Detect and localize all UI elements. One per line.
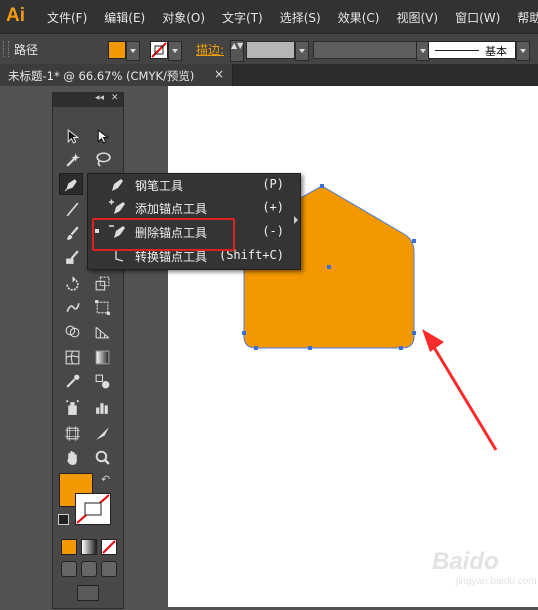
swap-fill-stroke-icon[interactable]: ↶ [101,473,110,486]
app-logo: Ai [6,5,25,26]
flyout-item-pen[interactable]: 钢笔工具 (P) [88,174,288,196]
screen-mode-icon[interactable] [77,585,99,601]
artboard-tool-icon[interactable] [61,423,83,443]
draw-behind-icon[interactable] [81,561,97,577]
highlight-box [92,218,235,251]
selection-type-label: 路径 [14,43,39,57]
close-icon[interactable]: × [214,67,224,81]
color-mode-icon[interactable] [61,539,77,555]
control-bar: 路径 描边: ▲▼ 基本 [0,33,538,65]
column-graph-tool-icon[interactable] [91,397,113,417]
flyout-shortcut: (+) [262,200,284,214]
tools-panel-header: ◂◂ ✕ [53,93,123,107]
gradient-tool-icon[interactable] [91,347,113,367]
pen-icon [112,179,123,191]
red-arrow-annotation [422,329,498,451]
menu-select[interactable]: 选择(S) [280,9,321,26]
watermark-url: jingyan.baidu.com [456,576,537,587]
menu-file[interactable]: 文件(F) [47,9,87,26]
free-transform-tool-icon[interactable] [91,297,113,317]
stroke-weight-dropdown[interactable] [295,41,309,61]
menu-list: 文件(F) 编辑(E) 对象(O) 文字(T) 选择(S) 效果(C) 视图(V… [47,9,538,26]
menu-bar: Ai 文件(F) 编辑(E) 对象(O) 文字(T) 选择(S) 效果(C) 视… [0,0,538,33]
stroke-weight-spinner[interactable]: ▲▼ [230,40,244,62]
rotate-tool-icon[interactable] [61,273,83,293]
menu-effect[interactable]: 效果(C) [338,9,380,26]
slice-tool-icon[interactable] [91,423,113,443]
watermark-logo: Baido [432,548,499,575]
flyout-shortcut: (P) [262,177,284,191]
document-tab-bar: 未标题-1* @ 66.67% (CMYK/预览) × [0,64,538,86]
selection-tool-icon[interactable] [61,126,83,146]
stroke-weight-field[interactable] [246,41,295,59]
pen-tool-icon[interactable] [59,173,83,195]
draw-normal-icon[interactable] [61,561,77,577]
scale-tool-icon[interactable] [91,273,113,293]
none-slash-icon [151,42,167,58]
menu-edit[interactable]: 编辑(E) [104,9,145,26]
symbol-sprayer-tool-icon[interactable] [61,397,83,417]
fill-dropdown-arrow[interactable] [126,41,140,61]
stroke-dropdown-arrow[interactable] [168,41,182,61]
watermark: Baido jingyan.baidu.com [432,548,537,587]
menu-window[interactable]: 窗口(W) [455,9,500,26]
none-mode-icon[interactable] [101,539,117,555]
document-title: 未标题-1* @ 66.67% (CMYK/预览) [8,69,195,83]
flyout-shortcut: (-) [262,224,284,238]
brush-dropdown[interactable] [516,41,530,61]
default-colors-icon[interactable] [58,514,69,525]
perspective-grid-tool-icon[interactable] [91,321,113,341]
draw-inside-icon[interactable] [101,561,117,577]
collapse-icon[interactable]: ◂◂ [95,93,104,103]
stroke-color-box[interactable] [75,493,111,525]
mesh-tool-icon[interactable] [61,347,83,367]
artboard[interactable] [168,86,538,607]
tools-panel: ◂◂ ✕ ↶ [52,92,124,609]
warp-tool-icon[interactable] [61,297,83,317]
brush-definition-field[interactable]: 基本 [428,41,516,59]
blend-tool-icon[interactable] [91,371,113,391]
eyedropper-tool-icon[interactable] [61,371,83,391]
menu-view[interactable]: 视图(V) [396,9,438,26]
artwork [242,184,498,451]
flyout-label: 钢笔工具 [135,179,184,193]
variable-width-profile[interactable] [313,41,418,59]
shape-builder-tool-icon[interactable] [61,321,83,341]
blob-brush-tool-icon[interactable] [61,247,83,267]
none-slash-icon [76,494,110,524]
flyout-item-add-anchor[interactable]: 添加锚点工具 (+) [88,197,288,219]
panel-close-icon[interactable]: ✕ [111,93,119,103]
stroke-label[interactable]: 描边: [196,41,224,58]
brush-label: 基本 [485,45,507,58]
lasso-tool-icon[interactable] [91,149,113,169]
magic-wand-tool-icon[interactable] [61,149,83,169]
stroke-color-swatch[interactable] [150,41,168,59]
brush-stroke-preview [435,50,479,51]
gradient-mode-icon[interactable] [81,539,97,555]
menu-type[interactable]: 文字(T) [222,9,263,26]
menu-help[interactable]: 帮助( [517,9,538,26]
zoom-tool-icon[interactable] [91,447,113,467]
line-tool-icon[interactable] [61,199,83,219]
direct-selection-tool-icon[interactable] [91,126,113,146]
document-tab[interactable]: 未标题-1* @ 66.67% (CMYK/预览) × [0,64,233,86]
flyout-label: 添加锚点工具 [135,202,208,216]
fill-color-swatch[interactable] [108,41,126,59]
grip-icon[interactable] [3,41,9,57]
tearoff-arrow-icon[interactable] [294,216,298,224]
paintbrush-tool-icon[interactable] [61,223,83,243]
hand-tool-icon[interactable] [61,447,83,467]
add-anchor-icon [109,199,125,214]
menu-object[interactable]: 对象(O) [162,9,205,26]
